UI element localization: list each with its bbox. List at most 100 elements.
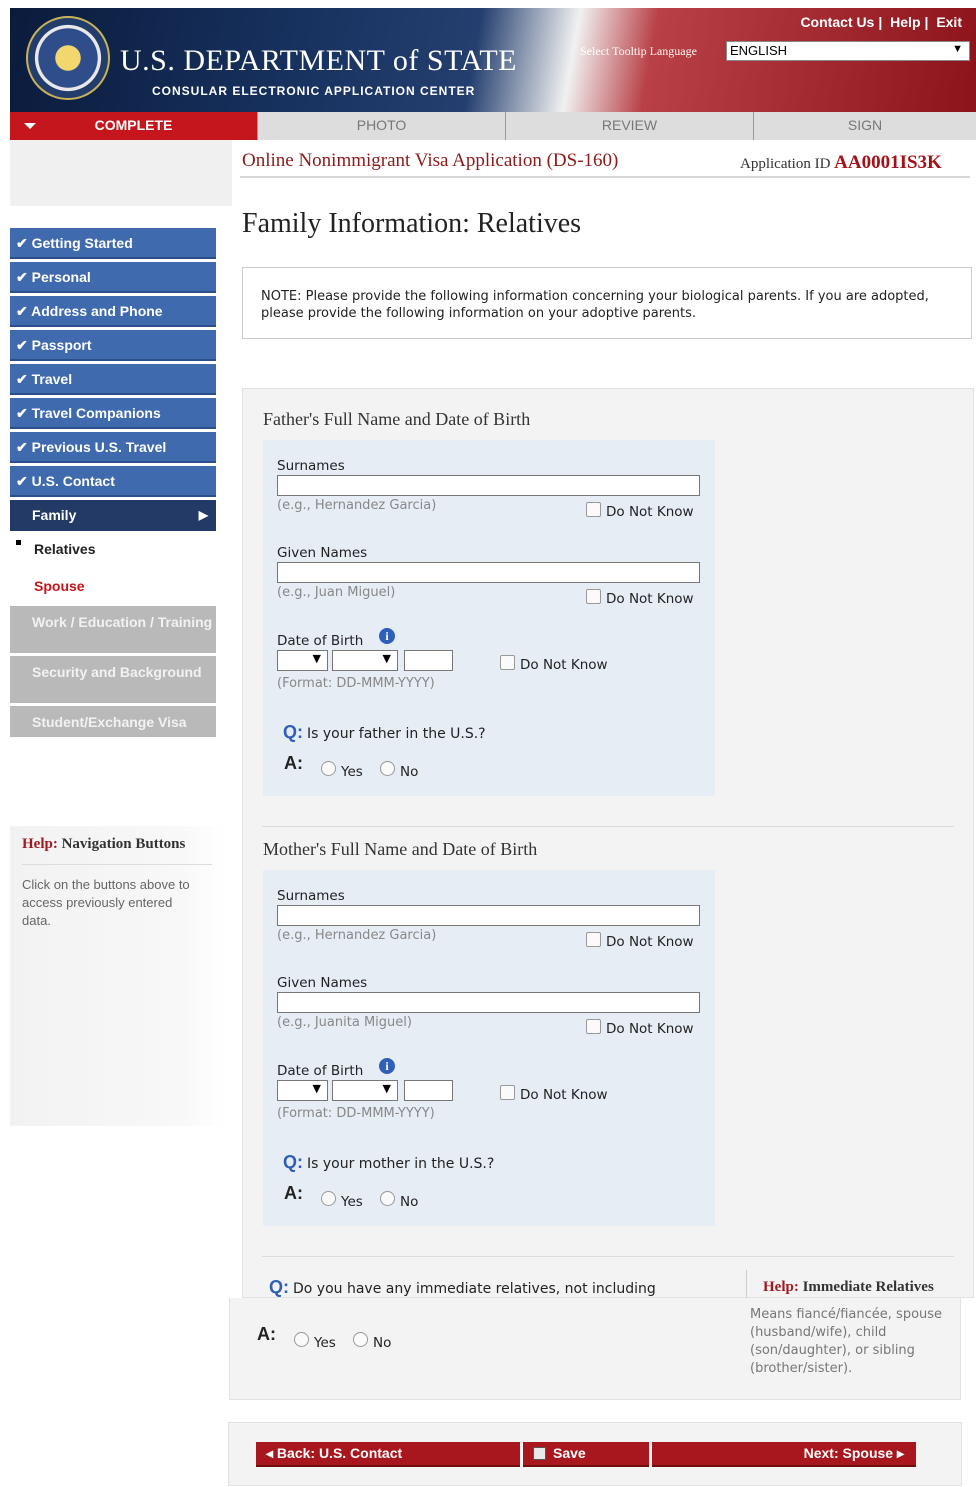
mother-dob-do-not-know-checkbox[interactable] <box>500 1085 515 1100</box>
sidebar-item-label: Family <box>32 507 77 523</box>
father-in-us-yes-radio[interactable] <box>321 761 336 776</box>
relatives-no-radio[interactable] <box>353 1332 368 1347</box>
father-surnames-do-not-know-checkbox[interactable] <box>586 502 601 517</box>
info-icon[interactable]: i <box>379 628 395 644</box>
check-icon: ✔ <box>16 405 28 421</box>
mother-section-title: Mother's Full Name and Date of Birth <box>263 839 538 859</box>
sidebar-item-address-and-phone[interactable]: ✔ Address and Phone <box>10 296 216 327</box>
father-surnames-hint: (e.g., Hernandez Garcia) <box>277 498 437 513</box>
no-label: No <box>400 764 419 780</box>
mother-surnames-hint: (e.g., Hernandez Garcia) <box>277 928 437 943</box>
navigation-help-panel: Help: Navigation Buttons Click on the bu… <box>10 826 224 1126</box>
chevron-right-icon: ▶ <box>198 508 208 522</box>
mother-in-us-yes-radio[interactable] <box>321 1191 336 1206</box>
department-title: U.S. DEPARTMENT of STATE <box>120 44 518 77</box>
back-button[interactable]: ◂ Back: U.S. Contact <box>256 1442 520 1467</box>
sidebar-item-personal[interactable]: ✔ Personal <box>10 262 216 293</box>
father-dob-do-not-know-checkbox[interactable] <box>500 655 515 670</box>
sidebar-subitem-relatives[interactable]: Relatives <box>34 541 95 557</box>
mother-dob-month-select[interactable]: ▼ <box>332 1080 398 1101</box>
tooltip-language-label: Select Tooltip Language <box>580 44 697 58</box>
contact-us-link[interactable]: Contact Us <box>800 14 874 30</box>
mother-surnames-input[interactable] <box>277 905 700 926</box>
sidebar-item-label: Getting Started <box>31 235 133 251</box>
sidebar-item-getting-started[interactable]: ✔ Getting Started <box>10 228 216 259</box>
do-not-know-label: Do Not Know <box>520 657 608 673</box>
sidebar-item-travel-companions[interactable]: ✔ Travel Companions <box>10 398 216 429</box>
relatives-yes-radio[interactable] <box>294 1332 309 1347</box>
save-label: Save <box>553 1445 586 1461</box>
site-header: Contact Us | Help | Exit U.S. DEPARTMENT o… <box>10 8 976 112</box>
check-icon: ✔ <box>16 439 28 455</box>
tab-complete[interactable]: COMPLETE <box>10 112 258 140</box>
father-dob-month-select[interactable]: ▼ <box>332 650 398 671</box>
mother-given-names-input[interactable] <box>277 992 700 1013</box>
sidebar-item-us-contact[interactable]: ✔ U.S. Contact <box>10 466 216 497</box>
navigation-help-title: Help: Navigation Buttons <box>22 836 185 853</box>
mother-dob-day-select[interactable]: ▼ <box>277 1080 328 1101</box>
do-not-know-label: Do Not Know <box>606 591 694 607</box>
check-icon: ✔ <box>16 371 28 387</box>
check-icon: ✔ <box>16 269 28 285</box>
sidebar-item-previous-us-travel[interactable]: ✔ Previous U.S. Travel <box>10 432 216 463</box>
tab-label: COMPLETE <box>94 117 173 133</box>
header-divider <box>240 176 970 178</box>
father-dob-year-input[interactable] <box>404 650 453 671</box>
sidebar-item-travel[interactable]: ✔ Travel <box>10 364 216 395</box>
help-link[interactable]: Help <box>890 14 920 30</box>
sidebar-item-security-background: Security and Background <box>10 656 216 703</box>
father-in-us-question: Q: Is your father in the U.S.? <box>283 722 486 743</box>
immediate-relatives-help-title: Help: Immediate Relatives <box>763 1279 934 1296</box>
father-given-do-not-know-checkbox[interactable] <box>586 589 601 604</box>
sidebar-subitem-spouse[interactable]: Spouse <box>34 578 85 594</box>
sidebar-item-label: Previous U.S. Travel <box>31 439 167 455</box>
mother-dob-year-input[interactable] <box>404 1080 453 1101</box>
mother-given-names-hint: (e.g., Juanita Miguel) <box>277 1015 412 1030</box>
section-divider <box>262 1256 954 1257</box>
check-icon: ✔ <box>16 337 28 353</box>
tab-sign[interactable]: SIGN <box>754 112 976 140</box>
sidebar-item-work-education: Work / Education / Training <box>10 606 216 653</box>
exit-link[interactable]: Exit <box>936 14 962 30</box>
next-button[interactable]: Next: Spouse ▸ <box>652 1442 916 1467</box>
chevron-down-icon: ▼ <box>312 652 321 665</box>
answer-label: A: <box>257 1324 276 1344</box>
yes-label: Yes <box>314 1335 336 1351</box>
do-not-know-label: Do Not Know <box>520 1087 608 1103</box>
sidebar-item-student-exchange: Student/Exchange Visa <box>10 706 216 737</box>
language-select[interactable]: ENGLISH ▼ <box>726 41 970 61</box>
father-dob-day-select[interactable]: ▼ <box>277 650 328 671</box>
note-text: NOTE: Please provide the following infor… <box>261 289 929 321</box>
tab-review[interactable]: REVIEW <box>506 112 754 140</box>
no-label: No <box>373 1335 392 1351</box>
question-text: Is your father in the U.S.? <box>307 726 486 742</box>
father-given-names-input[interactable] <box>277 562 700 583</box>
note-box: NOTE: Please provide the following infor… <box>242 267 972 339</box>
father-in-us-no-radio[interactable] <box>380 761 395 776</box>
father-surnames-input[interactable] <box>277 475 700 496</box>
do-not-know-label: Do Not Know <box>606 934 694 950</box>
save-button[interactable]: Save <box>523 1442 649 1467</box>
sidebar-item-family[interactable]: Family ▶ <box>10 500 216 531</box>
question-text: Is your mother in the U.S.? <box>307 1156 495 1172</box>
divider <box>22 864 212 865</box>
tab-photo[interactable]: PHOTO <box>258 112 506 140</box>
mother-in-us-no-radio[interactable] <box>380 1191 395 1206</box>
help-prefix: Help: <box>22 836 58 852</box>
mother-dob-format-hint: (Format: DD-MMM-YYYY) <box>277 1106 435 1121</box>
help-prefix: Help: <box>763 1279 799 1295</box>
chevron-down-icon: ▼ <box>952 43 963 55</box>
q-label: Q: <box>283 1152 303 1172</box>
sidebar-item-passport[interactable]: ✔ Passport <box>10 330 216 361</box>
sidebar-item-label: Address and Phone <box>31 303 163 319</box>
application-id: Application ID AA0001IS3K <box>740 152 942 174</box>
help-title-text: Navigation Buttons <box>61 836 186 852</box>
info-icon[interactable]: i <box>379 1058 395 1074</box>
sidebar-header-space <box>10 140 232 206</box>
mother-surnames-do-not-know-checkbox[interactable] <box>586 932 601 947</box>
save-disk-icon <box>533 1447 546 1460</box>
mother-dob-label: Date of Birth <box>277 1063 364 1079</box>
help-title-text: Immediate Relatives <box>802 1279 934 1295</box>
mother-given-do-not-know-checkbox[interactable] <box>586 1019 601 1034</box>
do-not-know-label: Do Not Know <box>606 1021 694 1037</box>
